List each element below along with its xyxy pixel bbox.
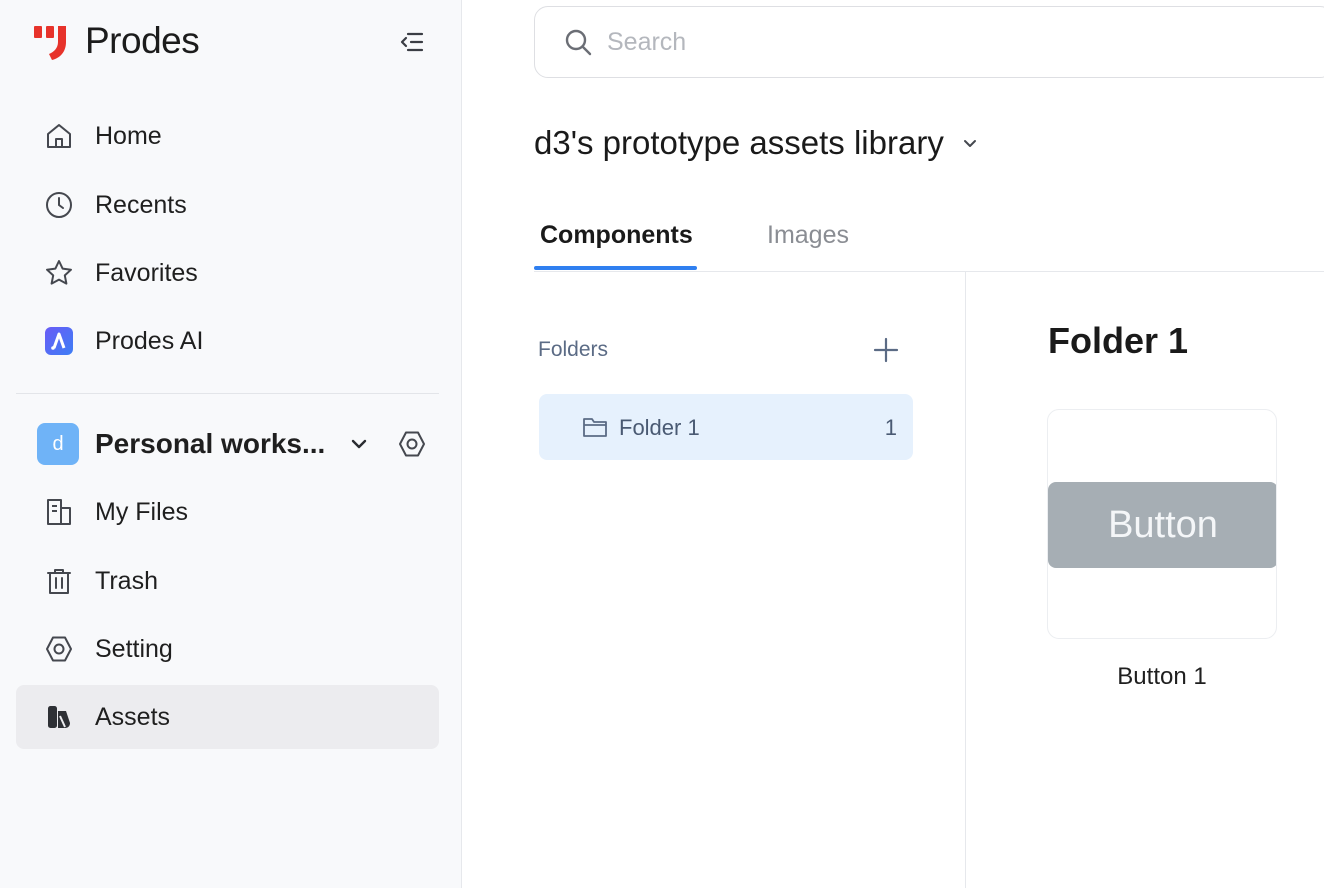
clock-icon xyxy=(43,189,75,221)
trash-icon xyxy=(43,565,75,597)
star-icon xyxy=(43,257,75,289)
file-icon xyxy=(43,496,75,528)
chevron-down-icon xyxy=(958,131,982,155)
folder-icon xyxy=(583,418,607,437)
assets-icon xyxy=(43,701,75,733)
collapse-sidebar-icon xyxy=(400,32,424,52)
active-tab-indicator xyxy=(534,266,697,270)
nav-label: Favorites xyxy=(95,258,198,287)
component-card[interactable]: Button xyxy=(1047,409,1277,639)
folder-name: Folder 1 xyxy=(619,415,700,440)
nav-label: Recents xyxy=(95,190,187,219)
nav-label: Assets xyxy=(95,702,171,731)
nav-label: My Files xyxy=(95,497,189,526)
nav-label: Prodes AI xyxy=(95,326,204,355)
plus-icon xyxy=(873,337,899,363)
chevron-down-icon xyxy=(351,439,367,449)
folder-item[interactable]: Folder 1 1 xyxy=(539,394,913,460)
sidebar-divider xyxy=(16,393,439,394)
hexagon-gear-icon xyxy=(399,431,425,457)
nav-item-favorites[interactable]: Favorites xyxy=(16,241,439,305)
workspace-header[interactable]: d Personal works... xyxy=(37,421,429,467)
collapse-sidebar-button[interactable] xyxy=(395,26,427,58)
library-selector[interactable]: d3's prototype assets library xyxy=(534,124,982,162)
logo-text: Prodes xyxy=(85,20,200,61)
home-icon xyxy=(43,120,75,152)
nav-item-my-files[interactable]: My Files xyxy=(16,480,439,544)
nav-item-recents[interactable]: Recents xyxy=(16,173,439,237)
nav-item-trash[interactable]: Trash xyxy=(16,549,439,613)
folders-panel: Folders Folder 1 1 xyxy=(534,272,966,888)
folder-title: Folder 1 xyxy=(1048,320,1189,361)
folders-heading: Folders xyxy=(538,338,609,361)
sidebar: Prodes Home Recents Favorites Prodes AI … xyxy=(0,0,462,888)
nav-item-home[interactable]: Home xyxy=(16,104,439,168)
workspace-settings-button[interactable] xyxy=(395,427,429,461)
prodes-logo-icon xyxy=(34,26,66,60)
folder-count: 1 xyxy=(884,415,897,440)
library-title: d3's prototype assets library xyxy=(534,124,944,161)
nav-label: Trash xyxy=(95,566,158,595)
logo[interactable]: Prodes xyxy=(33,18,200,64)
component-preview: Button xyxy=(1048,482,1276,568)
prodes-ai-icon xyxy=(43,325,75,357)
nav-label: Setting xyxy=(95,634,173,663)
search-input[interactable] xyxy=(607,27,1207,57)
nav-item-setting[interactable]: Setting xyxy=(16,617,439,681)
main-content: d3's prototype assets library Components… xyxy=(462,0,1324,888)
workspace-dropdown-button[interactable] xyxy=(344,429,374,459)
gear-icon xyxy=(43,633,75,665)
nav-item-prodes-ai[interactable]: Prodes AI xyxy=(16,309,439,373)
component-name: Button 1 xyxy=(1117,663,1207,690)
search-bar[interactable] xyxy=(534,6,1324,78)
nav-item-assets[interactable]: Assets xyxy=(16,685,439,749)
workspace-avatar: d xyxy=(37,423,79,465)
tab-components[interactable]: Components xyxy=(540,200,693,271)
nav-label: Home xyxy=(95,121,162,150)
add-folder-button[interactable] xyxy=(870,334,902,366)
search-icon xyxy=(565,29,592,56)
library-tabs: Components Images xyxy=(534,200,1324,272)
workspace-name: Personal works... xyxy=(95,428,326,459)
tab-images[interactable]: Images xyxy=(767,200,849,271)
